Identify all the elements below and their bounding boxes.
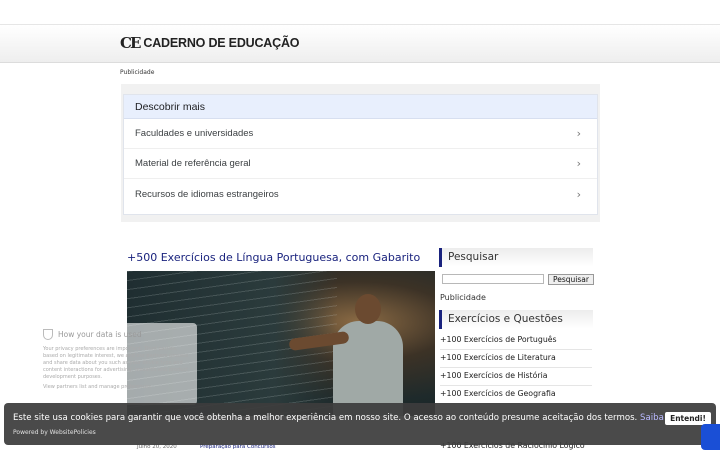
discover-item-reference[interactable]: Material de referência geral › xyxy=(124,149,597,179)
sidebar-link-portugues[interactable]: +100 Exercícios de Português xyxy=(440,332,592,350)
search-input[interactable] xyxy=(442,274,544,284)
top-bar xyxy=(0,0,720,25)
privacy-body: Your privacy preferences are important. … xyxy=(43,346,189,380)
floating-action-button[interactable] xyxy=(701,424,720,450)
cookie-powered-by[interactable]: Powered by WebsitePolicies xyxy=(13,429,96,436)
search-widget-title: Pesquisar xyxy=(439,248,593,267)
sidebar-link-historia[interactable]: +100 Exercícios de História xyxy=(440,368,592,386)
logo-mark-icon: CE xyxy=(120,34,141,52)
post-title-link[interactable]: +500 Exercícios de Língua Portuguesa, co… xyxy=(127,251,420,264)
cookie-message: Este site usa cookies para garantir que … xyxy=(13,413,687,423)
logo-text: CADERNO DE EDUCAÇÃO xyxy=(143,36,300,50)
discover-item-languages[interactable]: Recursos de idiomas estrangeiros › xyxy=(124,179,597,209)
chevron-right-icon: › xyxy=(576,127,581,140)
teacher-head-graphic xyxy=(355,294,381,324)
discover-item-universities[interactable]: Faculdades e universidades › xyxy=(124,119,597,149)
sidebar: Pesquisar Pesquisar Publicidade Exercíci… xyxy=(439,248,594,404)
chevron-right-icon: › xyxy=(576,187,581,201)
privacy-footer-link[interactable]: View partners list and manage preference… xyxy=(43,384,191,391)
privacy-title-text: How your data is used xyxy=(58,330,142,339)
privacy-title: How your data is used xyxy=(43,329,191,340)
site-header: CE CADERNO DE EDUCAÇÃO xyxy=(0,25,720,63)
discover-more-panel: Descobrir mais Faculdades e universidade… xyxy=(121,84,600,222)
discover-item-label: Faculdades e universidades xyxy=(135,128,254,139)
exercise-links-list: +100 Exercícios de Português +100 Exercí… xyxy=(440,332,592,404)
privacy-notice: How your data is used Your privacy prefe… xyxy=(37,323,197,405)
exercises-widget-title: Exercícios e Questões xyxy=(439,310,593,329)
shield-icon xyxy=(43,329,53,340)
discover-title: Descobrir mais xyxy=(124,95,597,119)
search-button[interactable]: Pesquisar xyxy=(548,274,594,285)
cookie-banner: Este site usa cookies para garantir que … xyxy=(4,403,716,445)
ad-label: Publicidade xyxy=(120,69,155,76)
sidebar-link-literatura[interactable]: +100 Exercícios de Literatura xyxy=(440,350,592,368)
sidebar-ad-label: Publicidade xyxy=(440,293,486,302)
discover-card: Descobrir mais Faculdades e universidade… xyxy=(123,94,598,215)
cookie-text: Este site usa cookies para garantir que … xyxy=(13,413,638,423)
discover-item-label: Material de referência geral xyxy=(135,158,251,169)
search-form: Pesquisar xyxy=(442,274,594,285)
site-logo[interactable]: CE CADERNO DE EDUCAÇÃO xyxy=(120,34,300,52)
discover-item-label: Recursos de idiomas estrangeiros xyxy=(135,188,279,200)
sidebar-link-geografia[interactable]: +100 Exercícios de Geografia xyxy=(440,386,592,404)
chevron-right-icon: › xyxy=(576,157,581,170)
